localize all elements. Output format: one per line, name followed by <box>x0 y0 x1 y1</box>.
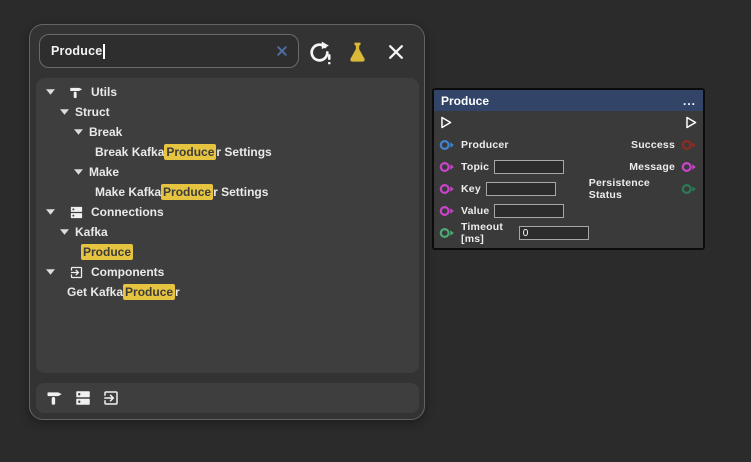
filter-connections-button[interactable] <box>74 389 92 407</box>
pin-label: Success <box>631 139 675 151</box>
search-match-highlight: Produce <box>164 144 216 160</box>
tree-label-text: r <box>175 285 180 299</box>
node-output-row-persistence-status: Persistence Status <box>589 178 703 200</box>
close-button[interactable] <box>383 40 408 65</box>
flask-icon <box>345 40 370 65</box>
editor-canvas[interactable]: Produce Utils Struct Break Break Kafka Prod… <box>0 0 751 462</box>
tree-branch-utils[interactable]: Utils <box>36 82 419 102</box>
tree-label: Struct <box>75 105 110 119</box>
node-input-row-topic: Topic <box>434 156 589 178</box>
key-field[interactable] <box>486 182 556 196</box>
expand-arrow-icon[interactable] <box>74 169 83 175</box>
tree-label-text: Make Kafka <box>95 185 161 199</box>
pin-label: Message <box>629 161 675 173</box>
tree-label: Utils <box>91 85 117 99</box>
tree-branch-kafka[interactable]: Kafka <box>36 222 419 242</box>
tree-leaf-produce[interactable]: Produce <box>36 242 419 262</box>
node-body: Producer Topic Key Value Timeout [ms] Succes… <box>434 134 703 244</box>
components-icon <box>69 265 84 280</box>
tree-branch-connections[interactable]: Connections <box>36 202 419 222</box>
pin-input-value[interactable] <box>439 205 456 217</box>
tree-label: Components <box>91 265 164 279</box>
experimental-filter-button[interactable] <box>345 40 370 65</box>
expand-arrow-icon[interactable] <box>46 89 55 95</box>
tree-leaf-break-kafka-producer-settings[interactable]: Break Kafka Producer Settings <box>36 142 419 162</box>
search-results-tree: UtilsStructBreakBreak Kafka Producer Set… <box>36 78 419 373</box>
pin-label: Timeout [ms] <box>461 221 514 245</box>
connections-icon <box>74 389 92 407</box>
tree-branch-struct[interactable]: Struct <box>36 102 419 122</box>
tree-label-text: r Settings <box>213 185 268 199</box>
pin-input-key[interactable] <box>439 183 456 195</box>
pin-input-timeout-ms[interactable] <box>439 227 456 239</box>
components-icon <box>102 389 120 407</box>
pin-label: Value <box>461 205 489 217</box>
node-title: Produce <box>441 94 489 108</box>
tree-label-text: r Settings <box>216 145 271 159</box>
search-text: Produce <box>51 44 102 58</box>
tree-label-text: Break Kafka <box>95 145 164 159</box>
tree-branch-components[interactable]: Components <box>36 262 419 282</box>
expand-arrow-icon[interactable] <box>46 269 55 275</box>
node-inputs-column: Producer Topic Key Value Timeout [ms] <box>434 134 589 244</box>
text-caret <box>103 44 105 59</box>
expand-arrow-icon[interactable] <box>60 229 69 235</box>
tree-label: Make <box>89 165 119 179</box>
pin-label: Persistence Status <box>589 177 675 201</box>
search-match-highlight: Produce <box>123 284 175 300</box>
tree-leaf-make-kafka-producer-settings[interactable]: Make Kafka Producer Settings <box>36 182 419 202</box>
hammer-icon <box>69 85 84 100</box>
timeout-ms-field[interactable] <box>519 226 589 240</box>
exec-pin-row <box>434 111 703 134</box>
pin-label: Producer <box>461 139 509 151</box>
tree-label: Connections <box>91 205 164 219</box>
node-output-row-success: Success <box>589 134 703 156</box>
clear-search-icon[interactable] <box>275 44 289 58</box>
node-menu-button[interactable]: ... <box>683 97 696 105</box>
expand-arrow-icon[interactable] <box>60 109 69 115</box>
hammer-icon <box>46 389 64 407</box>
tree-label-text: Get Kafka <box>67 285 123 299</box>
pin-output-persistence-status[interactable] <box>681 183 698 195</box>
search-match-highlight: Produce <box>161 184 213 200</box>
tree-label: Break <box>89 125 122 139</box>
node-output-row-message: Message <box>589 156 703 178</box>
search-toolbar <box>307 36 408 68</box>
pin-label: Topic <box>461 161 489 173</box>
node-input-row-producer: Producer <box>434 134 589 156</box>
exec-in-pin[interactable] <box>439 115 453 130</box>
pin-input-producer[interactable] <box>439 139 456 151</box>
node-outputs-column: Success Message Persistence Status <box>589 134 703 244</box>
topic-field[interactable] <box>494 160 564 174</box>
expand-arrow-icon[interactable] <box>74 129 83 135</box>
value-field[interactable] <box>494 204 564 218</box>
tree-leaf-get-kafka-producer[interactable]: Get Kafka Producer <box>36 282 419 302</box>
reload-alert-icon <box>307 40 332 65</box>
produce-node[interactable]: Produce ... Producer Topic Key Value Timeout… <box>432 88 705 250</box>
connections-icon <box>69 205 84 220</box>
refresh-button[interactable] <box>307 40 332 65</box>
expand-arrow-icon[interactable] <box>46 209 55 215</box>
node-input-row-value: Value <box>434 200 589 222</box>
search-input[interactable]: Produce <box>39 34 299 68</box>
node-search-panel: Produce Utils Struct Break Break Kafka Prod… <box>29 24 425 420</box>
tree-branch-make[interactable]: Make <box>36 162 419 182</box>
pin-input-topic[interactable] <box>439 161 456 173</box>
filter-utils-button[interactable] <box>46 389 64 407</box>
exec-out-pin[interactable] <box>684 115 698 130</box>
close-icon <box>386 42 406 62</box>
tree-label: Kafka <box>75 225 108 239</box>
node-input-row-key: Key <box>434 178 589 200</box>
category-filter-bar <box>36 383 419 413</box>
node-input-row-timeout-ms: Timeout [ms] <box>434 222 589 244</box>
node-header[interactable]: Produce ... <box>434 90 703 111</box>
search-match-highlight: Produce <box>81 244 133 260</box>
pin-output-message[interactable] <box>681 161 698 173</box>
pin-output-success[interactable] <box>681 139 698 151</box>
filter-components-button[interactable] <box>102 389 120 407</box>
tree-branch-break[interactable]: Break <box>36 122 419 142</box>
pin-label: Key <box>461 183 481 195</box>
